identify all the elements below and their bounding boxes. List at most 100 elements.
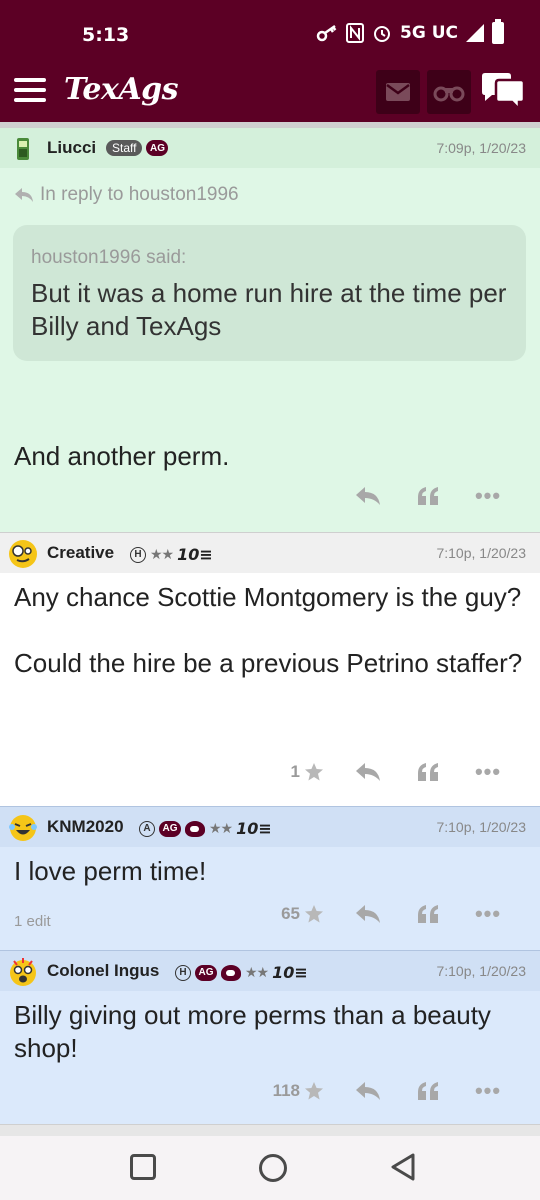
helmet-icon <box>185 820 205 837</box>
reply-icon <box>356 905 380 923</box>
app-header: TexAgs <box>0 62 540 122</box>
reply-icon <box>356 1082 380 1100</box>
post-timestamp[interactable]: 7:10p, 1/20/23 <box>436 963 526 979</box>
nfc-icon <box>346 23 365 43</box>
chat-icon <box>482 73 526 113</box>
post-actions: 1 ••• <box>291 759 518 785</box>
reply-button[interactable] <box>338 762 398 782</box>
alarm-icon <box>374 26 391 42</box>
in-reply-to-link[interactable]: In reply to houston1996 <box>14 184 239 206</box>
status-icons: 5G UC <box>316 19 504 44</box>
star-button[interactable]: 65 <box>281 904 324 924</box>
rating-stars: ★★ <box>209 820 233 836</box>
edit-count[interactable]: 1 edit <box>14 913 51 930</box>
back-button[interactable] <box>390 1152 416 1182</box>
quote-button[interactable] <box>398 904 458 924</box>
reply-button[interactable] <box>338 486 398 506</box>
username[interactable]: KNM2020 <box>47 817 124 837</box>
star-count: 65 <box>281 904 300 923</box>
reply-arrow-icon <box>15 188 33 202</box>
mail-icon <box>386 83 410 101</box>
more-button[interactable]: ••• <box>458 901 518 927</box>
app-logo[interactable]: TexAgs <box>64 72 179 107</box>
network-label: 5G UC <box>400 23 458 43</box>
quote-icon <box>418 1082 438 1100</box>
staff-badge: Staff <box>106 140 143 156</box>
more-button[interactable]: ••• <box>458 483 518 509</box>
post-body: And another perm. <box>14 441 230 471</box>
messages-button[interactable] <box>376 70 420 114</box>
user-avatar[interactable] <box>8 957 38 987</box>
rating-stars: ★★ <box>245 964 269 980</box>
user-badges: H AG ★★ 10≡ <box>175 963 308 982</box>
post-timestamp[interactable]: 7:09p, 1/20/23 <box>436 140 526 156</box>
star-icon <box>305 905 323 923</box>
quote-icon <box>418 905 438 923</box>
ag-badge: AG <box>195 964 217 981</box>
ag-badge: AG <box>146 140 169 156</box>
more-button[interactable]: ••• <box>458 759 518 785</box>
in-reply-to-text: In reply to houston1996 <box>40 184 239 205</box>
user-avatar[interactable] <box>8 134 38 164</box>
username[interactable]: Creative <box>47 543 114 563</box>
user-badges: H ★★ 10≡ <box>130 545 213 564</box>
ag-badge: AG <box>159 820 181 837</box>
status-bar: 5:13 5G UC <box>0 0 540 62</box>
menu-icon[interactable] <box>14 78 46 102</box>
more-icon: ••• <box>474 1078 502 1103</box>
post-actions: ••• <box>338 483 518 509</box>
post-body-line: Could the hire be a previous Petrino sta… <box>14 648 523 678</box>
star-button[interactable]: 118 <box>273 1081 324 1101</box>
home-button[interactable] <box>259 1154 287 1182</box>
username[interactable]: Colonel Ingus <box>47 961 159 981</box>
more-icon: ••• <box>474 759 502 784</box>
watch-button[interactable] <box>427 70 471 114</box>
recents-button[interactable] <box>130 1154 156 1180</box>
h-badge: H <box>175 964 191 981</box>
next-post-edge <box>0 1124 540 1136</box>
quote-button[interactable] <box>398 762 458 782</box>
reply-button[interactable] <box>338 904 398 924</box>
post-actions: 118 ••• <box>273 1078 518 1104</box>
quote-author: houston1996 said: <box>31 247 187 268</box>
post-header: KNM2020 A AG ★★ 10≡ 7:10p, 1/20/23 <box>0 807 540 847</box>
chat-button[interactable] <box>480 72 526 114</box>
post-header: Liucci Staff AG 7:09p, 1/20/23 <box>0 128 540 168</box>
system-nav-bar <box>0 1136 540 1200</box>
user-avatar[interactable] <box>8 539 38 569</box>
star-count: 1 <box>290 762 300 781</box>
more-button[interactable]: ••• <box>458 1078 518 1104</box>
post-timestamp[interactable]: 7:10p, 1/20/23 <box>436 819 526 835</box>
battery-icon <box>492 19 504 44</box>
h-badge: H <box>130 546 146 563</box>
post-body-line: Any chance Scottie Montgomery is the guy… <box>14 582 522 612</box>
post-body: Any chance Scottie Montgomery is the guy… <box>0 581 536 680</box>
post-knm2020: KNM2020 A AG ★★ 10≡ 7:10p, 1/20/23 I lov… <box>0 806 540 950</box>
star-count: 118 <box>272 1081 300 1100</box>
post-actions: 65 ••• <box>281 901 518 927</box>
ten-badge: 10≡ <box>177 545 213 564</box>
user-avatar[interactable] <box>8 813 38 843</box>
ten-badge: 10≡ <box>272 963 308 982</box>
star-icon <box>305 1082 323 1100</box>
quote-icon <box>418 763 438 781</box>
star-button[interactable]: 1 <box>291 762 324 782</box>
more-icon: ••• <box>474 483 502 508</box>
key-icon <box>316 24 337 42</box>
reply-icon <box>356 487 380 505</box>
reply-button[interactable] <box>338 1081 398 1101</box>
quote-icon <box>418 487 438 505</box>
ten-badge: 10≡ <box>236 819 272 838</box>
rating-stars: ★★ <box>150 546 174 562</box>
post-body: I love perm time! <box>14 856 207 886</box>
post-creative: Creative H ★★ 10≡ 7:10p, 1/20/23 Any cha… <box>0 532 540 806</box>
user-badges: A AG ★★ 10≡ <box>139 819 272 838</box>
post-liucci: Liucci Staff AG 7:09p, 1/20/23 In reply … <box>0 128 540 532</box>
reply-icon <box>356 763 380 781</box>
username[interactable]: Liucci <box>47 138 96 158</box>
post-timestamp[interactable]: 7:10p, 1/20/23 <box>436 545 526 561</box>
quote-button[interactable] <box>398 1081 458 1101</box>
quote-button[interactable] <box>398 486 458 506</box>
quote-text: But it was a home run hire at the time p… <box>31 278 507 341</box>
star-icon <box>305 763 323 781</box>
